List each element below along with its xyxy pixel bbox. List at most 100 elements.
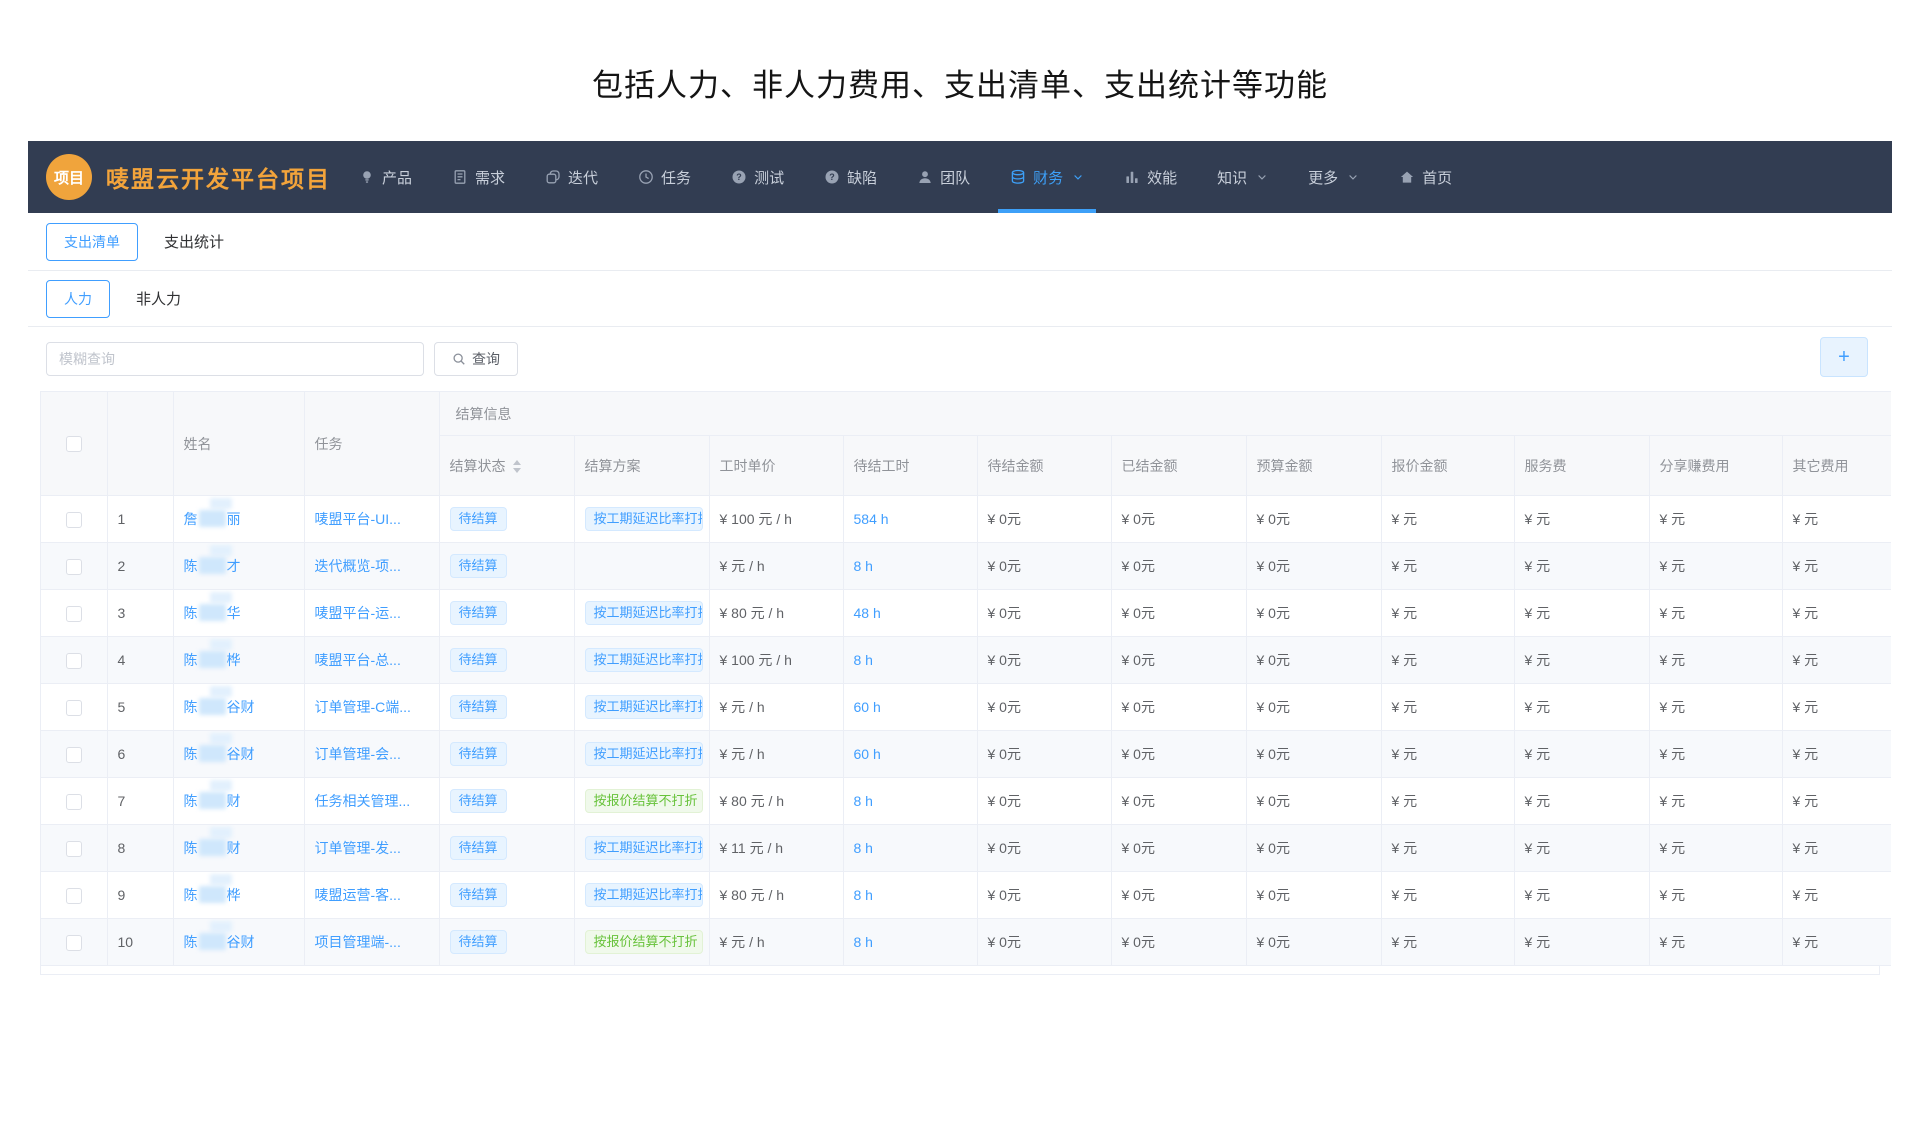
pending-hours-link[interactable]: 8 h	[854, 887, 873, 903]
scheme-cell: 按工期延迟比率打折	[574, 637, 709, 684]
task-link[interactable]: 订单管理-发...	[315, 840, 401, 856]
task-link[interactable]: 项目管理端-...	[315, 934, 401, 950]
menu-item-更多[interactable]: 更多	[1308, 141, 1359, 213]
menu-item-测试[interactable]: ?测试	[731, 141, 784, 213]
status-cell: 待结算	[439, 872, 574, 919]
column-header-label: 其它费用	[1793, 458, 1849, 474]
menu-item-首页[interactable]: 首页	[1399, 141, 1452, 213]
column-header-price: 工时单价	[709, 436, 843, 496]
quote-amount-cell: ¥ 元	[1381, 919, 1514, 966]
task-link[interactable]: 订单管理-C端...	[315, 699, 411, 715]
name-link[interactable]: 陈谷财	[184, 746, 255, 762]
quote-amount-cell: ¥ 元	[1381, 637, 1514, 684]
service-fee-cell: ¥ 元	[1514, 684, 1649, 731]
name-cell: 陈谷财	[173, 684, 304, 731]
settled-amount-cell: ¥ 0元	[1111, 825, 1246, 872]
menu-item-任务[interactable]: 任务	[638, 141, 691, 213]
task-link[interactable]: 唛盟平台-运...	[315, 605, 401, 621]
other-fee-cell: ¥ 元	[1782, 543, 1891, 590]
row-checkbox[interactable]	[66, 653, 82, 669]
menu-item-效能[interactable]: 效能	[1124, 141, 1177, 213]
pending-hours-link[interactable]: 584 h	[854, 511, 889, 527]
add-expense-button[interactable]: +	[1820, 337, 1868, 377]
name-link[interactable]: 陈财	[184, 840, 241, 856]
menu-item-需求[interactable]: 需求	[452, 141, 505, 213]
search-button[interactable]: 查询	[434, 342, 518, 376]
pending-hours-link[interactable]: 48 h	[854, 605, 881, 621]
menu-item-label: 需求	[475, 167, 505, 188]
tab-expense-list[interactable]: 支出清单	[46, 223, 138, 261]
scheme-tag: 按工期延迟比率打折	[585, 601, 703, 625]
search-input[interactable]	[46, 342, 424, 376]
menu-item-迭代[interactable]: 迭代	[545, 141, 598, 213]
budget-amount-cell: ¥ 0元	[1246, 778, 1381, 825]
row-checkbox[interactable]	[66, 841, 82, 857]
share-fee-cell: ¥ 元	[1649, 543, 1782, 590]
status-cell: 待结算	[439, 684, 574, 731]
tab-non-manpower[interactable]: 非人力	[136, 288, 181, 309]
row-checkbox[interactable]	[66, 700, 82, 716]
name-cell: 詹丽	[173, 496, 304, 543]
menu-item-label: 效能	[1147, 167, 1177, 188]
name-link[interactable]: 陈谷财	[184, 934, 255, 950]
bulb-icon	[359, 169, 375, 185]
tab-manpower[interactable]: 人力	[46, 280, 110, 318]
menu-item-缺陷[interactable]: ?缺陷	[824, 141, 877, 213]
quote-amount-cell: ¥ 元	[1381, 590, 1514, 637]
pending-hours-cell: 8 h	[843, 825, 977, 872]
task-link[interactable]: 订单管理-会...	[315, 746, 401, 762]
table-toolbar: 查询 +	[28, 327, 1892, 391]
share-fee-cell: ¥ 元	[1649, 778, 1782, 825]
column-header-status[interactable]: 结算状态	[439, 436, 574, 496]
scheme-cell: 按报价结算不打折	[574, 778, 709, 825]
pending-hours-link[interactable]: 8 h	[854, 558, 873, 574]
row-checkbox[interactable]	[66, 935, 82, 951]
name-link[interactable]: 陈华	[184, 605, 241, 621]
name-link[interactable]: 陈才	[184, 558, 241, 574]
settled-amount-cell: ¥ 0元	[1111, 590, 1246, 637]
menu-item-知识[interactable]: 知识	[1217, 141, 1268, 213]
scheme-cell: 按工期延迟比率打折	[574, 496, 709, 543]
task-link[interactable]: 唛盟平台-UI...	[315, 511, 401, 527]
status-cell: 待结算	[439, 637, 574, 684]
row-checkbox[interactable]	[66, 747, 82, 763]
redaction-smudge	[210, 686, 232, 697]
row-checkbox[interactable]	[66, 794, 82, 810]
table-row: 8陈财订单管理-发...待结算按工期延迟比率打折¥ 11 元 / h8 h¥ 0…	[41, 825, 1891, 872]
name-link[interactable]: 陈桦	[184, 887, 241, 903]
pending-hours-link[interactable]: 8 h	[854, 793, 873, 809]
pending-hours-link[interactable]: 8 h	[854, 840, 873, 856]
tab-expense-stats[interactable]: 支出统计	[164, 231, 224, 252]
sort-caret-icon[interactable]	[513, 460, 521, 473]
table-row: 10陈谷财项目管理端-...待结算按报价结算不打折¥ 元 / h8 h¥ 0元¥…	[41, 919, 1891, 966]
row-checkbox[interactable]	[66, 559, 82, 575]
menu-item-团队[interactable]: 团队	[917, 141, 970, 213]
row-checkbox[interactable]	[66, 512, 82, 528]
pending-hours-link[interactable]: 8 h	[854, 934, 873, 950]
task-link[interactable]: 迭代概览-项...	[315, 558, 401, 574]
pending-hours-link[interactable]: 60 h	[854, 746, 881, 762]
pending-hours-link[interactable]: 60 h	[854, 699, 881, 715]
menu-item-财务[interactable]: 财务	[1010, 141, 1084, 213]
task-link[interactable]: 任务相关管理...	[315, 793, 411, 809]
menu-item-产品[interactable]: 产品	[359, 141, 412, 213]
task-link[interactable]: 唛盟运营-客...	[315, 887, 401, 903]
status-tag: 待结算	[450, 695, 507, 719]
scheme-tag: 按报价结算不打折	[585, 930, 703, 954]
quote-amount-cell: ¥ 元	[1381, 684, 1514, 731]
other-fee-cell: ¥ 元	[1782, 778, 1891, 825]
name-link[interactable]: 詹丽	[184, 511, 241, 527]
pending-hours-link[interactable]: 8 h	[854, 652, 873, 668]
chevron-down-icon	[1256, 171, 1268, 183]
row-checkbox[interactable]	[66, 606, 82, 622]
name-link[interactable]: 陈财	[184, 793, 241, 809]
name-link[interactable]: 陈谷财	[184, 699, 255, 715]
task-link[interactable]: 唛盟平台-总...	[315, 652, 401, 668]
task-cell: 订单管理-C端...	[304, 684, 439, 731]
select-all-checkbox[interactable]	[66, 436, 82, 452]
row-checkbox[interactable]	[66, 888, 82, 904]
column-header-label: 结算状态	[450, 458, 506, 474]
search-icon	[452, 352, 466, 366]
other-fee-cell: ¥ 元	[1782, 872, 1891, 919]
name-link[interactable]: 陈桦	[184, 652, 241, 668]
